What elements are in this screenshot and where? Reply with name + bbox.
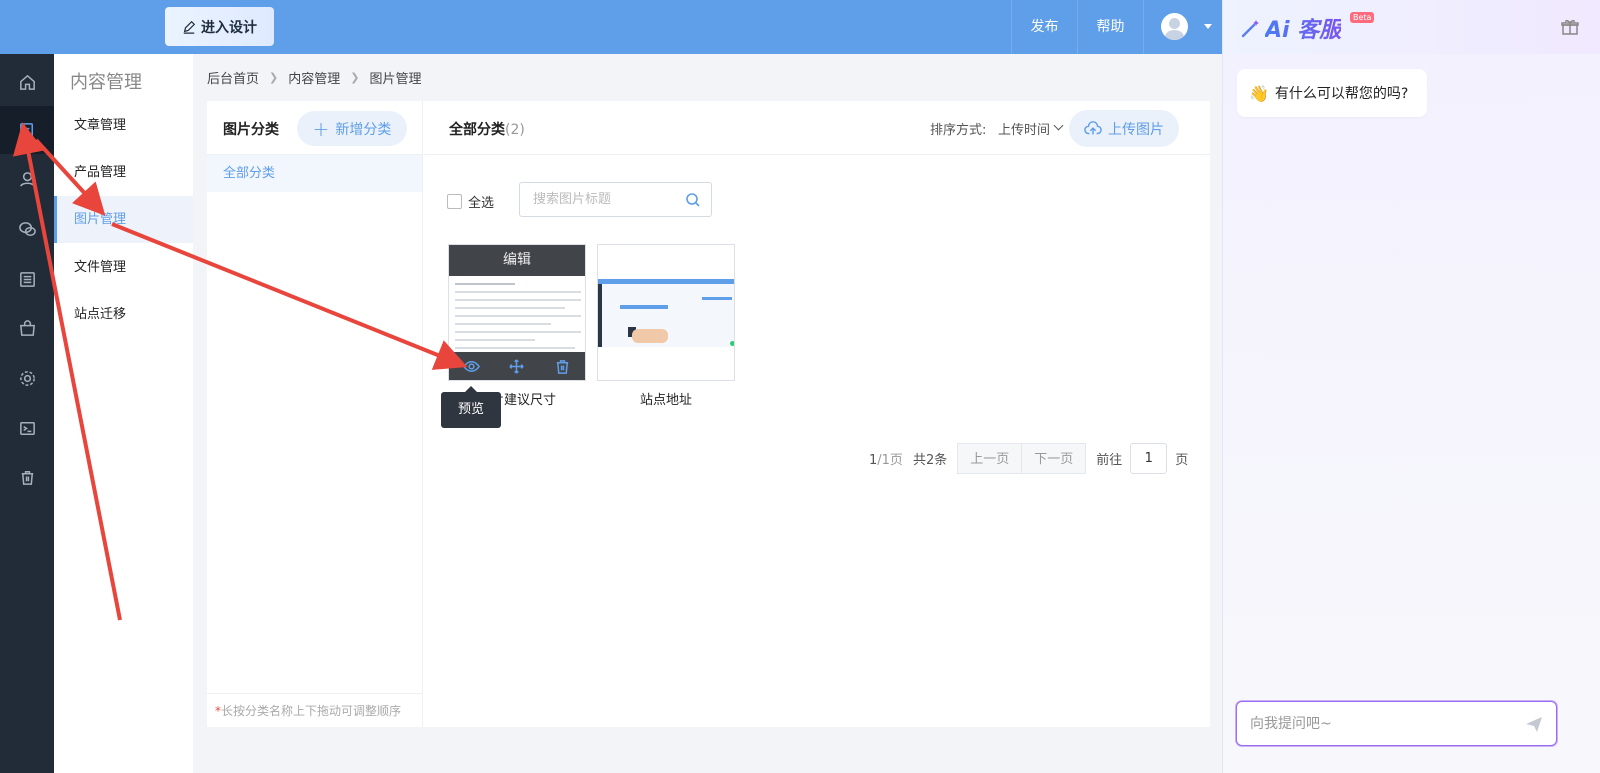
preview-tooltip: 预览 [441,386,501,428]
edit-button[interactable]: 编辑 [449,245,585,276]
breadcrumb-content[interactable]: 内容管理 [288,68,340,87]
ai-header: Ai 客服 Beta [1223,0,1600,54]
image-title: 站点地址 [639,393,692,408]
image-actions [449,352,585,380]
upload-image-button[interactable]: 上传图片 [1069,110,1179,147]
rail-wechat[interactable] [0,205,54,253]
settings-icon [19,370,35,386]
search-field[interactable] [519,182,712,217]
category-panel: 图片分类 + 新增分类 全部分类 *长按分类名称上下拖动可调整顺序 [207,101,423,727]
content-icon [19,122,33,138]
category-hint: *长按分类名称上下拖动可调整顺序 [207,693,423,727]
sort-select[interactable]: 上传时间 [998,119,1050,138]
rail-user[interactable] [0,155,54,203]
page-suffix: 页 [1175,453,1189,468]
search-icon[interactable] [685,192,701,208]
subnav-item-articles[interactable]: 文章管理 [54,102,193,149]
move-icon[interactable] [508,358,525,375]
rail-list[interactable] [0,255,54,303]
terminal-icon [19,421,35,435]
gift-icon[interactable] [1561,18,1579,36]
rail-terminal[interactable] [0,404,54,452]
chevron-right-icon: ❯ [269,71,279,84]
page-info: 1/1页 [869,453,903,468]
user-menu[interactable] [1143,0,1222,54]
add-category-label: 新增分类 [335,121,392,138]
images-title: 全部分类(2) [449,122,525,138]
enter-design-button[interactable]: 进入设计 [165,7,274,46]
total-count: 共2条 [912,453,948,468]
beta-badge: Beta [1350,12,1375,23]
subnav-item-products[interactable]: 产品管理 [54,149,193,196]
category-item-all[interactable]: 全部分类 [207,155,422,192]
breadcrumb-images: 图片管理 [369,72,422,87]
add-category-button[interactable]: + 新增分类 [297,111,407,146]
list-icon [19,271,35,287]
rail-home[interactable] [0,58,54,106]
edit-icon [183,20,196,34]
images-header: 全部分类(2) 排序方式: 上传时间 上传图片 [424,101,1210,155]
sort-label: 排序方式: [930,123,987,138]
breadcrumb-home[interactable]: 后台首页 [207,68,259,87]
next-page-button[interactable]: 下一页 [1022,443,1087,474]
upload-image-label: 上传图片 [1108,121,1164,138]
avatar[interactable] [1161,13,1188,40]
select-all-checkbox[interactable] [447,194,462,209]
subnav-item-files[interactable]: 文件管理 [54,244,193,291]
wechat-icon [18,221,36,236]
category-title: 图片分类 [223,122,279,138]
rail-content[interactable] [0,106,54,154]
ai-question-input[interactable] [1237,702,1507,745]
waving-hand-icon: 👋 [1249,83,1269,103]
rail-shop[interactable] [0,304,54,352]
select-all-label: 全选 [468,196,495,211]
search-input[interactable] [520,183,680,216]
eye-icon[interactable] [463,358,481,375]
content-subnav: 内容管理 文章管理 产品管理 图片管理 文件管理 站点迁移 [54,54,193,773]
chevron-down-icon[interactable] [1204,24,1212,29]
image-card[interactable] [597,244,735,381]
select-all[interactable]: 全选 [447,192,494,211]
ai-greeting-message: 👋 有什么可以帮您的吗? [1237,69,1427,117]
ai-logo: Ai 客服 [1239,12,1341,44]
prev-page-button[interactable]: 上一页 [957,443,1023,474]
trash-icon [21,470,33,485]
ai-assistant-panel: Ai 客服 Beta 👋 有什么可以帮您的吗? [1222,0,1600,773]
cloud-upload-icon [1084,120,1102,134]
enter-design-label: 进入设计 [201,19,257,36]
category-header: 图片分类 + 新增分类 [207,101,422,155]
breadcrumb: 后台首页 ❯ 内容管理 ❯ 图片管理 [207,68,421,87]
pagination: 1/1页 共2条 上一页 下一页 前往 1 页 [869,443,1188,474]
publish-button[interactable]: 发布 [1011,0,1077,54]
goto-label: 前往 [1096,453,1123,468]
top-bar: 进入设计 发布 帮助 [0,0,1222,54]
images-count: (2) [505,122,525,138]
subnav-item-images[interactable]: 图片管理 [54,196,193,243]
goto-page-input[interactable]: 1 [1130,443,1168,474]
plus-icon: + [312,116,330,141]
chevron-right-icon: ❯ [350,71,360,84]
send-icon[interactable] [1524,714,1544,734]
image-card[interactable]: 编辑 [448,244,586,381]
goto-page: 前往 1 页 [1096,443,1188,474]
rail-trash[interactable] [0,453,54,501]
home-icon [19,74,35,90]
image-thumbnail [598,279,734,347]
rail-settings[interactable] [0,354,54,402]
shop-icon [19,319,35,336]
chevron-down-icon[interactable] [1053,120,1064,131]
subnav-title: 内容管理 [70,72,142,93]
user-icon [19,171,35,187]
magic-wand-icon [1241,20,1259,38]
subnav-item-site-migration[interactable]: 站点迁移 [54,291,193,338]
help-button[interactable]: 帮助 [1077,0,1143,54]
ai-question-field[interactable] [1236,701,1557,746]
icon-rail [0,54,54,773]
trash-icon[interactable] [554,358,571,375]
